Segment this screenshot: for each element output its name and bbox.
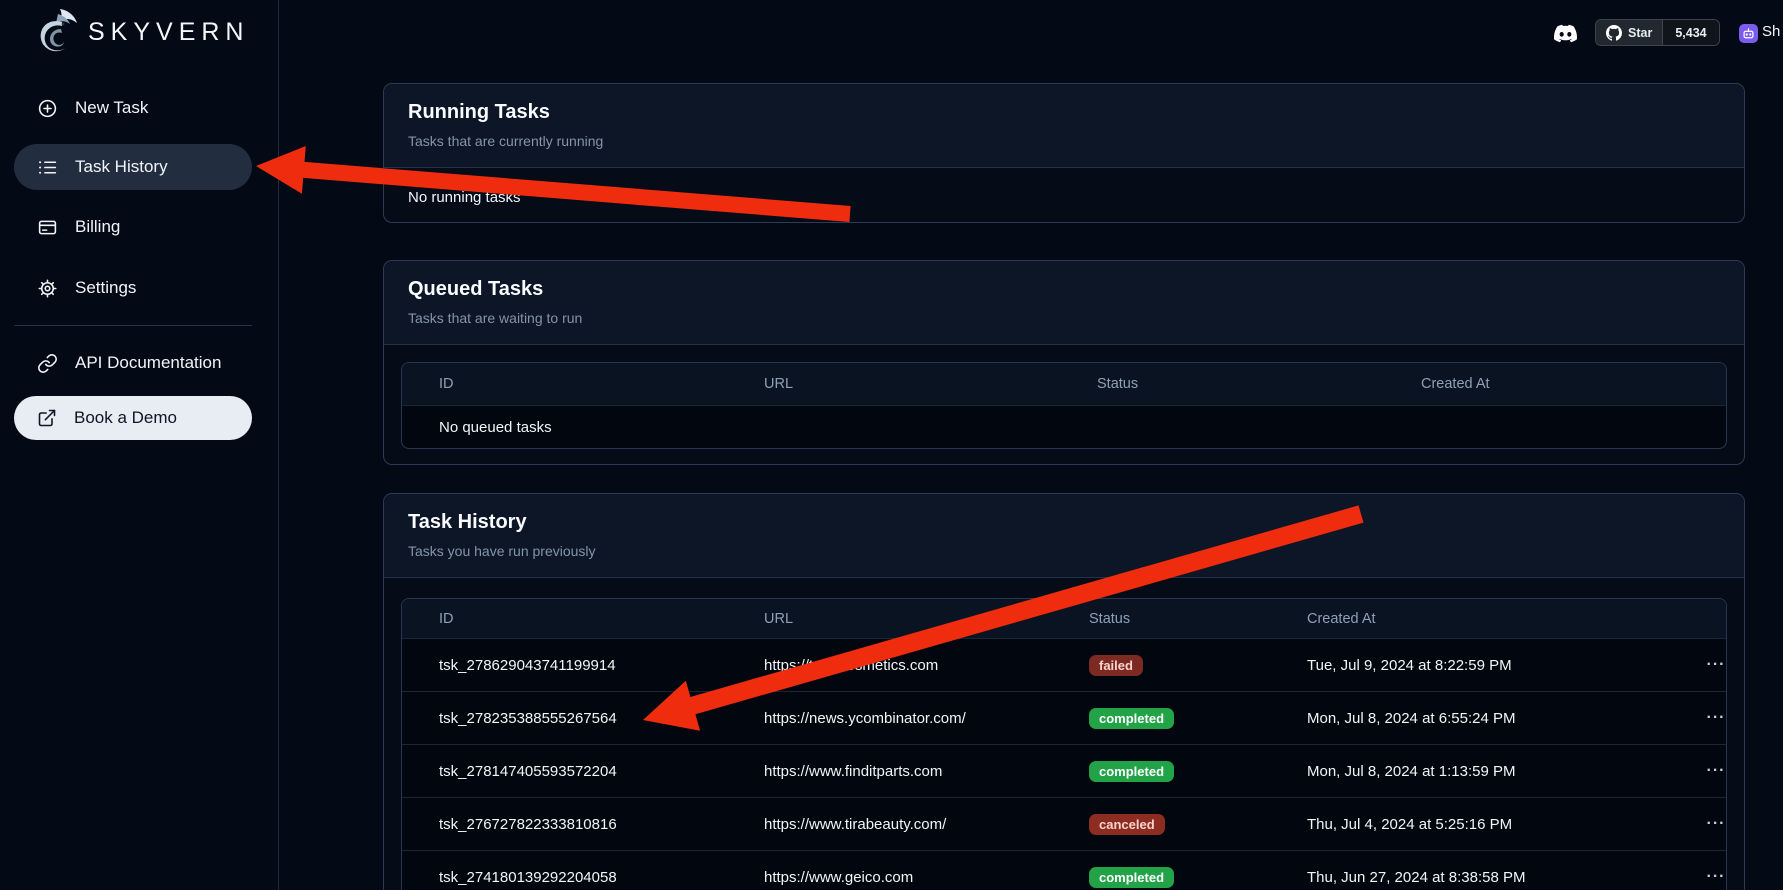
link-icon: [37, 353, 58, 374]
task-created-at: Tue, Jul 9, 2024 at 8:22:59 PM: [1307, 657, 1702, 674]
sidebar-item-settings[interactable]: Settings: [14, 265, 252, 311]
topbar: Star 5,434 Sh: [279, 0, 1783, 60]
task-id: tsk_276727822333810816: [439, 816, 764, 833]
profile-avatar[interactable]: [1739, 24, 1758, 43]
running-tasks-card: Running Tasks Tasks that are currently r…: [383, 83, 1745, 223]
card-title: Queued Tasks: [408, 278, 1720, 301]
status-badge: completed: [1089, 867, 1174, 888]
row-actions-ellipsis-icon[interactable]: ···: [1702, 709, 1727, 727]
dragon-icon: [32, 6, 80, 56]
card-subtitle: Tasks that are currently running: [408, 133, 1720, 149]
sidebar: SKYVERN New Task Task History Billing Se…: [0, 0, 279, 890]
card-title: Running Tasks: [408, 101, 1720, 124]
queued-tasks-card: Queued Tasks Tasks that are waiting to r…: [383, 260, 1745, 465]
running-tasks-header: Running Tasks Tasks that are currently r…: [384, 84, 1744, 168]
queued-tasks-header: Queued Tasks Tasks that are waiting to r…: [384, 261, 1744, 345]
task-url: https://news.ycombinator.com/: [764, 710, 1089, 727]
sidebar-item-new-task[interactable]: New Task: [14, 85, 252, 131]
queued-tasks-table: ID URL Status Created At No queued tasks: [401, 362, 1727, 449]
task-url: https://tartecosmetics.com: [764, 657, 1089, 674]
brand-name: SKYVERN: [88, 18, 249, 47]
sidebar-item-api-documentation[interactable]: API Documentation: [14, 340, 252, 386]
card-title: Task History: [408, 511, 1720, 534]
task-history-table: ID URL Status Created At tsk_27862904374…: [401, 598, 1727, 890]
status-badge: completed: [1089, 708, 1174, 729]
table-row[interactable]: tsk_278147405593572204 https://www.findi…: [402, 744, 1726, 797]
sidebar-item-label: Task History: [75, 157, 168, 177]
row-actions-ellipsis-icon[interactable]: ···: [1702, 815, 1727, 833]
task-id: tsk_278629043741199914: [439, 657, 764, 674]
column-header-id: ID: [439, 376, 764, 392]
github-icon: [1606, 25, 1622, 41]
card-subtitle: Tasks that are waiting to run: [408, 310, 1720, 326]
card-subtitle: Tasks you have run previously: [408, 543, 1720, 559]
list-icon: [37, 157, 58, 178]
sidebar-item-label: Billing: [75, 217, 120, 237]
table-row[interactable]: tsk_274180139292204058 https://www.geico…: [402, 850, 1726, 890]
status-badge: failed: [1089, 655, 1143, 676]
gear-icon: [37, 278, 58, 299]
task-created-at: Thu, Jun 27, 2024 at 8:38:58 PM: [1307, 869, 1702, 886]
column-header-created: Created At: [1307, 611, 1702, 627]
table-row[interactable]: tsk_276727822333810816 https://www.tirab…: [402, 797, 1726, 850]
task-id: tsk_278235388555267564: [439, 710, 764, 727]
github-star-button[interactable]: Star 5,434: [1595, 19, 1720, 46]
queued-table-header-row: ID URL Status Created At: [402, 363, 1726, 405]
task-id: tsk_278147405593572204: [439, 763, 764, 780]
task-history-card: Task History Tasks you have run previous…: [383, 493, 1745, 890]
sidebar-item-label: Settings: [75, 278, 136, 298]
book-a-demo-button[interactable]: Book a Demo: [14, 396, 252, 440]
task-url: https://www.finditparts.com: [764, 763, 1089, 780]
sidebar-item-label: API Documentation: [75, 353, 221, 373]
history-table-header-row: ID URL Status Created At: [402, 599, 1726, 638]
row-actions-ellipsis-icon[interactable]: ···: [1702, 868, 1727, 886]
task-id: tsk_274180139292204058: [439, 869, 764, 886]
credit-card-icon: [37, 217, 58, 238]
column-header-url: URL: [764, 376, 1097, 392]
column-header-created: Created At: [1421, 376, 1726, 392]
discord-icon[interactable]: [1551, 22, 1581, 46]
task-url: https://www.geico.com: [764, 869, 1089, 886]
row-actions-ellipsis-icon[interactable]: ···: [1702, 656, 1727, 674]
profile-name: Sh: [1762, 23, 1783, 45]
sidebar-item-task-history[interactable]: Task History: [14, 144, 252, 190]
brand-logo[interactable]: SKYVERN: [32, 4, 262, 56]
table-row[interactable]: tsk_278629043741199914 https://tartecosm…: [402, 638, 1726, 691]
row-actions-ellipsis-icon[interactable]: ···: [1702, 762, 1727, 780]
github-star-label: Star: [1628, 26, 1652, 40]
task-history-header: Task History Tasks you have run previous…: [384, 494, 1744, 578]
column-header-status: Status: [1097, 376, 1421, 392]
external-link-icon: [37, 408, 57, 428]
sidebar-item-billing[interactable]: Billing: [14, 204, 252, 250]
status-badge: completed: [1089, 761, 1174, 782]
running-tasks-empty: No running tasks: [384, 168, 1744, 227]
task-created-at: Thu, Jul 4, 2024 at 5:25:16 PM: [1307, 816, 1702, 833]
status-badge: canceled: [1089, 814, 1165, 835]
task-created-at: Mon, Jul 8, 2024 at 1:13:59 PM: [1307, 763, 1702, 780]
column-header-status: Status: [1089, 611, 1307, 627]
column-header-url: URL: [764, 611, 1089, 627]
robot-icon: [1742, 27, 1755, 40]
github-star-count: 5,434: [1662, 20, 1718, 45]
plus-circle-icon: [37, 98, 58, 119]
sidebar-divider: [14, 325, 252, 326]
task-url: https://www.tirabeauty.com/: [764, 816, 1089, 833]
task-created-at: Mon, Jul 8, 2024 at 6:55:24 PM: [1307, 710, 1702, 727]
column-header-id: ID: [439, 611, 764, 627]
queued-tasks-empty: No queued tasks: [402, 405, 1726, 448]
table-row[interactable]: tsk_278235388555267564 https://news.ycom…: [402, 691, 1726, 744]
sidebar-item-label: Book a Demo: [74, 408, 177, 428]
sidebar-item-label: New Task: [75, 98, 148, 118]
